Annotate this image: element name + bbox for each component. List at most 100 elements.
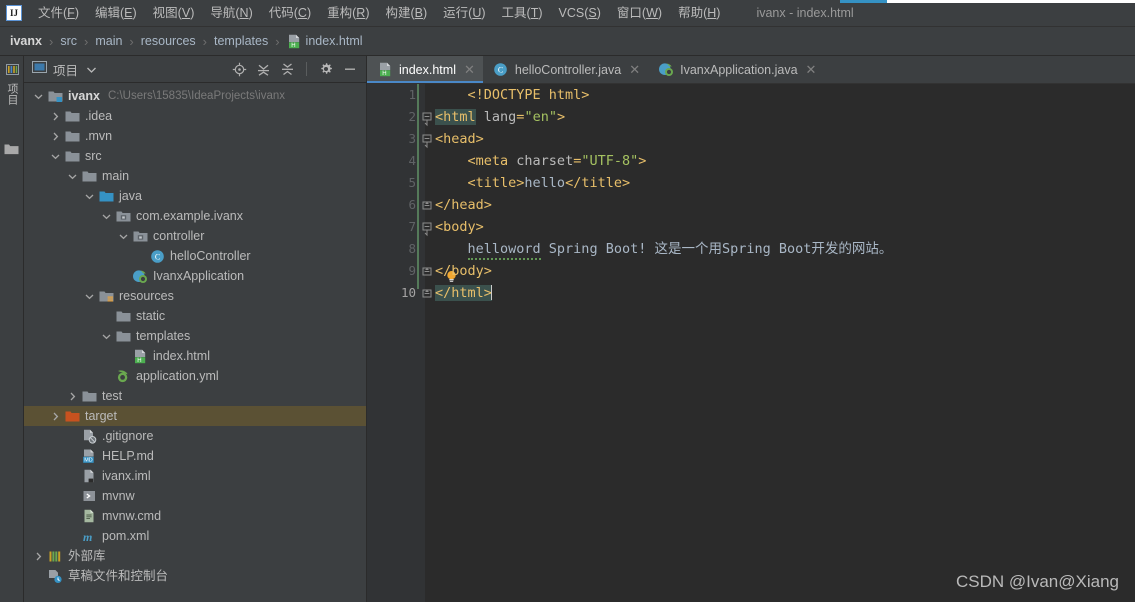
chevron-right-icon[interactable] — [50, 131, 61, 142]
collapse-all-icon[interactable] — [279, 61, 295, 77]
tree-node--gitignore[interactable]: .gitignore — [24, 426, 366, 446]
tree-node-label: HELP.md — [102, 449, 154, 463]
svg-text:m: m — [83, 530, 92, 544]
editor-tabs[interactable]: Hindex.html ✕ ChelloController.java ✕ IvanxA… — [367, 56, 1135, 84]
chevron-right-icon[interactable] — [50, 411, 61, 422]
tree-node-草稿文件和控制台[interactable]: 草稿文件和控制台 — [24, 566, 366, 586]
menu-item-9[interactable]: 工具(T) — [494, 2, 551, 24]
tree-node-ivanx-iml[interactable]: ivanx.iml — [24, 466, 366, 486]
tree-node--mvn[interactable]: .mvn — [24, 126, 366, 146]
chevron-right-icon[interactable] — [50, 111, 61, 122]
tree-node-com-example-ivanx[interactable]: com.example.ivanx — [24, 206, 366, 226]
breadcrumb-item-ivanx[interactable]: ivanx — [10, 34, 42, 48]
menu-item-10[interactable]: VCS(S) — [551, 2, 609, 24]
menu-item-8[interactable]: 运行(U) — [435, 2, 493, 24]
menu-item-4[interactable]: 导航(N) — [202, 2, 260, 24]
close-icon[interactable]: ✕ — [806, 63, 817, 76]
code-fold-open-icon[interactable] — [420, 216, 434, 238]
breadcrumb-item-index-html[interactable]: Hindex.html — [287, 34, 363, 49]
chevron-down-icon[interactable] — [50, 151, 61, 162]
code-line-10[interactable]: </html> — [435, 282, 1135, 304]
tree-node-target[interactable]: target — [24, 406, 366, 426]
tree-node-mvnw-cmd[interactable]: mvnw.cmd — [24, 506, 366, 526]
tree-node-外部库[interactable]: 外部库 — [24, 546, 366, 566]
chevron-down-icon[interactable] — [118, 231, 129, 242]
code-line-8[interactable]: helloword Spring Boot! 这是一个用Spring Boot开… — [435, 238, 1135, 260]
code-fold-open-icon[interactable] — [420, 128, 434, 150]
minimize-icon[interactable] — [342, 61, 358, 77]
code-line-7[interactable]: <body> — [435, 216, 1135, 238]
code-line-2[interactable]: <html lang="en"> — [435, 106, 1135, 128]
code-line-9[interactable]: </body> — [435, 260, 1135, 282]
sidebar-item-project[interactable]: 项目 — [0, 60, 24, 118]
editor-tab-helloController-java[interactable]: ChelloController.java ✕ — [483, 56, 648, 83]
menu-item-5[interactable]: 代码(C) — [261, 2, 319, 24]
chevron-down-icon[interactable] — [101, 211, 112, 222]
tree-node-pom-xml[interactable]: m pom.xml — [24, 526, 366, 546]
folder-icon[interactable] — [4, 142, 19, 160]
chevron-down-icon[interactable] — [67, 171, 78, 182]
tree-node-HELP-md[interactable]: MD HELP.md — [24, 446, 366, 466]
code-line-3[interactable]: <head> — [435, 128, 1135, 150]
menu-item-11[interactable]: 窗口(W) — [609, 2, 670, 24]
locate-icon[interactable] — [231, 61, 247, 77]
tree-node-templates[interactable]: templates — [24, 326, 366, 346]
tree-node-index-html[interactable]: Hindex.html — [24, 346, 366, 366]
code-editor[interactable]: 1 2 3 4 5 6 7 8 9 10 <!DOCTYPE html> <html lang="e… — [367, 84, 1135, 602]
menu-item-12[interactable]: 帮助(H) — [670, 2, 728, 24]
expand-all-icon[interactable] — [255, 61, 271, 77]
project-tree[interactable]: ivanx C:\Users\15835\IdeaProjects\ivanx .i… — [24, 84, 366, 602]
menu-item-3[interactable]: 视图(V) — [145, 2, 203, 24]
code-fold-close-icon[interactable] — [420, 194, 434, 216]
close-icon[interactable]: ✕ — [464, 63, 475, 76]
tree-node-test[interactable]: test — [24, 386, 366, 406]
code-line-5[interactable]: <title>hello</title> — [435, 172, 1135, 194]
window-top-accent — [840, 0, 1135, 3]
tree-node-application-yml[interactable]: application.yml — [24, 366, 366, 386]
menu-item-7[interactable]: 构建(B) — [377, 2, 435, 24]
chevron-down-icon[interactable] — [84, 291, 95, 302]
editor-tab-label: helloController.java — [514, 62, 622, 77]
chevron-right-icon[interactable] — [33, 551, 44, 562]
chevron-down-icon[interactable] — [87, 60, 96, 78]
chevron-right-icon[interactable] — [67, 391, 78, 402]
code-line-6[interactable]: </head> — [435, 194, 1135, 216]
code-fold-open-icon[interactable] — [420, 106, 434, 128]
code-token: </head> — [435, 197, 492, 213]
breadcrumb-label: src — [60, 34, 77, 48]
breadcrumb-item-templates[interactable]: templates — [214, 34, 268, 48]
code-fold-close-icon[interactable] — [420, 282, 434, 304]
tree-node-src[interactable]: src — [24, 146, 366, 166]
editor-tab-label: index.html — [399, 62, 456, 77]
tree-node-IvanxApplication[interactable]: IvanxApplication — [24, 266, 366, 286]
code-token: <head> — [435, 131, 484, 147]
chevron-down-icon[interactable] — [33, 91, 44, 102]
menu-item-6[interactable]: 重构(R) — [319, 2, 377, 24]
code-line-4[interactable]: <meta charset="UTF-8"> — [435, 150, 1135, 172]
editor-tab-IvanxApplication-java[interactable]: IvanxApplication.java ✕ — [648, 56, 824, 83]
tree-node-mvnw[interactable]: mvnw — [24, 486, 366, 506]
close-icon[interactable]: ✕ — [629, 63, 640, 76]
code-lines[interactable]: <!DOCTYPE html> <html lang="en"> <head> <m… — [435, 84, 1135, 602]
menu-item-1[interactable]: 文件(F) — [30, 2, 87, 24]
tree-node-ivanx[interactable]: ivanx C:\Users\15835\IdeaProjects\ivanx — [24, 86, 366, 106]
tree-node-helloController[interactable]: ChelloController — [24, 246, 366, 266]
tree-node-controller[interactable]: controller — [24, 226, 366, 246]
tree-node-java[interactable]: java — [24, 186, 366, 206]
tree-node--idea[interactable]: .idea — [24, 106, 366, 126]
breadcrumb[interactable]: ivanx › src › main › resources › templates › Hinde… — [0, 27, 1135, 56]
tree-node-resources[interactable]: resources — [24, 286, 366, 306]
chevron-down-icon[interactable] — [84, 191, 95, 202]
breadcrumb-item-resources[interactable]: resources — [141, 34, 196, 48]
code-fold-close-icon[interactable] — [420, 260, 434, 282]
breadcrumb-item-src[interactable]: src — [60, 34, 77, 48]
code-token: hello — [524, 175, 566, 191]
settings-gear-icon[interactable] — [318, 61, 334, 77]
tree-node-static[interactable]: static — [24, 306, 366, 326]
code-line-1[interactable]: <!DOCTYPE html> — [435, 84, 1135, 106]
chevron-down-icon[interactable] — [101, 331, 112, 342]
menu-item-2[interactable]: 编辑(E) — [87, 2, 145, 24]
tree-node-main[interactable]: main — [24, 166, 366, 186]
breadcrumb-item-main[interactable]: main — [95, 34, 122, 48]
editor-tab-index-html[interactable]: Hindex.html ✕ — [367, 56, 483, 83]
